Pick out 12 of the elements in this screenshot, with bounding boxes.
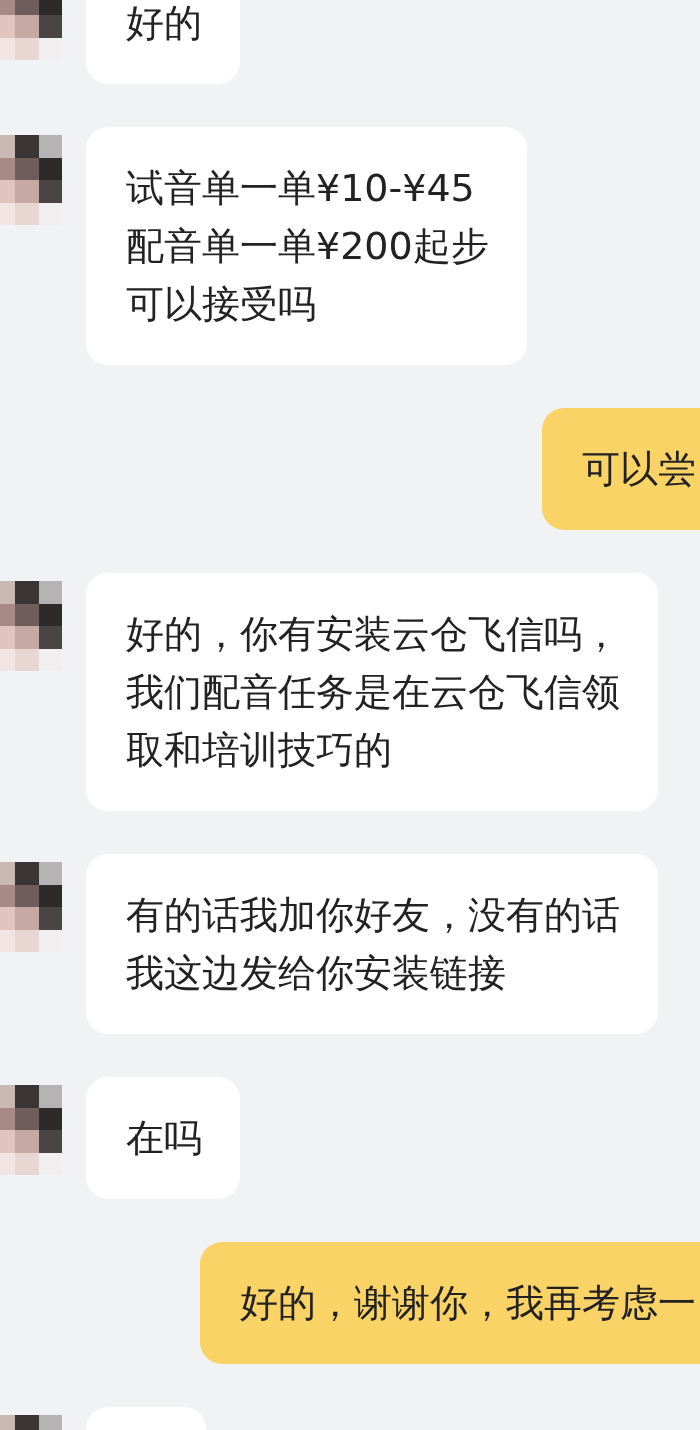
message-text: 我这边发给你安装链接	[126, 950, 507, 997]
message-text: 好的，谢谢你，我再考虑一	[240, 1280, 696, 1327]
message-text: 有的话我加你好友，没有的话	[126, 892, 620, 939]
message-text: 可以接受吗	[126, 281, 317, 328]
message-text: 我们配音任务是在云仓飞信领	[126, 669, 620, 716]
message-text: 试音单一单¥10-¥45	[126, 165, 476, 212]
message-text: 取和培训技巧的	[126, 727, 393, 774]
message-text: 配音单一单¥200起步	[126, 223, 489, 270]
message-text: 好的，你有安装云仓飞信吗，	[126, 611, 620, 658]
message-text: 可以尝	[582, 446, 696, 493]
message-text: 在吗	[126, 1115, 202, 1162]
message-text: 好的	[126, 0, 202, 47]
